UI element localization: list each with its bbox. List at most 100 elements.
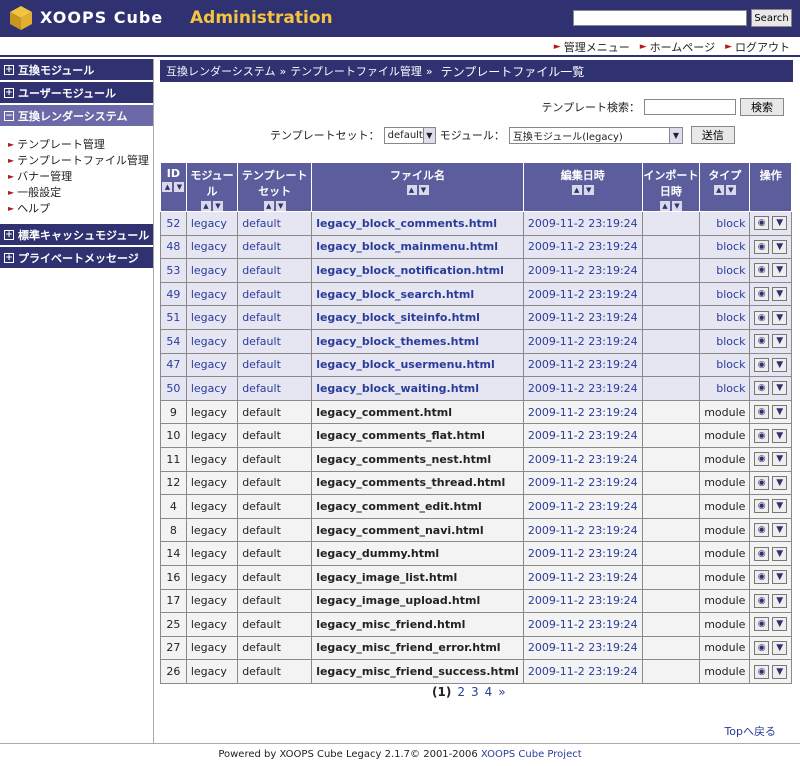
sort-asc-icon[interactable]: ▲ (162, 182, 173, 192)
download-icon[interactable]: ▼ (772, 664, 788, 679)
download-icon[interactable]: ▼ (772, 617, 788, 632)
header-search-input[interactable] (573, 10, 747, 26)
view-icon[interactable]: ◉ (754, 310, 770, 325)
view-icon[interactable]: ◉ (754, 287, 770, 302)
view-icon[interactable]: ◉ (754, 263, 770, 278)
cell-template-set[interactable]: default (237, 211, 313, 236)
cell-type[interactable]: block (699, 328, 751, 354)
nav-homepage[interactable]: ► ホームページ (640, 39, 715, 55)
sidebar-section-user[interactable]: + ユーザーモジュール (0, 82, 153, 105)
download-icon[interactable]: ▼ (772, 499, 788, 514)
cell-modified[interactable]: 2009-11-2 23:19:24 (522, 588, 643, 614)
download-icon[interactable]: ▼ (772, 640, 788, 655)
view-icon[interactable]: ◉ (754, 357, 770, 372)
cell-filename[interactable]: legacy_block_usermenu.html (311, 352, 524, 378)
sort-desc-icon[interactable]: ▼ (725, 185, 736, 195)
download-icon[interactable]: ▼ (772, 570, 788, 585)
cell-modified[interactable]: 2009-11-2 23:19:24 (522, 376, 643, 401)
cell-modified[interactable]: 2009-11-2 23:19:24 (522, 258, 643, 283)
cell-id[interactable]: 52 (160, 211, 187, 236)
download-icon[interactable]: ▼ (772, 452, 788, 467)
cell-id[interactable]: 50 (160, 376, 187, 401)
view-icon[interactable]: ◉ (754, 617, 770, 632)
sort-asc-icon[interactable]: ▲ (263, 201, 274, 211)
view-icon[interactable]: ◉ (754, 475, 770, 490)
cell-type[interactable]: block (699, 281, 751, 307)
download-icon[interactable]: ▼ (772, 381, 788, 396)
cell-modified[interactable]: 2009-11-2 23:19:24 (522, 211, 643, 236)
sidebar-item-template-file-manage[interactable]: ► テンプレートファイル管理 (8, 152, 153, 168)
cell-id[interactable]: 54 (160, 328, 187, 354)
cell-filename[interactable]: legacy_block_search.html (311, 281, 524, 307)
cell-type[interactable]: block (699, 376, 751, 401)
sidebar-section-pm[interactable]: + プライベートメッセージ (0, 247, 153, 270)
download-icon[interactable]: ▼ (772, 523, 788, 538)
cell-modified[interactable]: 2009-11-2 23:19:24 (522, 328, 643, 354)
nav-admin-menu[interactable]: ► 管理メニュー (554, 39, 630, 55)
cell-modified[interactable]: 2009-11-2 23:19:24 (522, 423, 643, 448)
download-icon[interactable]: ▼ (772, 239, 788, 254)
sidebar-item-help[interactable]: ► ヘルプ (8, 200, 153, 216)
cell-filename[interactable]: legacy_block_themes.html (311, 328, 524, 354)
cell-template-set[interactable]: default (237, 281, 313, 307)
cell-modified[interactable]: 2009-11-2 23:19:24 (522, 399, 643, 425)
cell-type[interactable]: block (699, 352, 751, 378)
cell-template-set[interactable]: default (237, 234, 313, 260)
template-search-button[interactable]: 検索 (740, 98, 784, 116)
cell-filename[interactable]: legacy_block_waiting.html (311, 376, 524, 401)
cell-modified[interactable]: 2009-11-2 23:19:24 (522, 281, 643, 307)
module-select[interactable]: 互換モジュール(legacy) ▼ (508, 126, 683, 144)
sidebar-item-template-manage[interactable]: ► テンプレート管理 (8, 136, 153, 152)
view-icon[interactable]: ◉ (754, 452, 770, 467)
download-icon[interactable]: ▼ (772, 428, 788, 443)
header-search-button[interactable]: Search (751, 9, 792, 27)
footer-project-link[interactable]: XOOPS Cube Project (481, 749, 582, 760)
cell-filename[interactable]: legacy_block_mainmenu.html (311, 234, 524, 260)
cell-filename[interactable]: legacy_block_comments.html (311, 211, 524, 236)
cell-type[interactable]: block (699, 211, 751, 236)
view-icon[interactable]: ◉ (754, 523, 770, 538)
cell-id[interactable]: 53 (160, 258, 187, 283)
sort-asc-icon[interactable]: ▲ (406, 185, 417, 195)
download-icon[interactable]: ▼ (772, 593, 788, 608)
cell-template-set[interactable]: default (237, 258, 313, 283)
sort-desc-icon[interactable]: ▼ (174, 182, 185, 192)
cell-modified[interactable]: 2009-11-2 23:19:24 (522, 517, 643, 543)
download-icon[interactable]: ▼ (772, 216, 788, 231)
back-to-top-link[interactable]: Topへ戻る (724, 723, 776, 739)
cell-id[interactable]: 49 (160, 281, 187, 307)
sort-asc-icon[interactable]: ▲ (659, 201, 670, 211)
cell-modified[interactable]: 2009-11-2 23:19:24 (522, 659, 643, 684)
view-icon[interactable]: ◉ (754, 499, 770, 514)
cell-id[interactable]: 48 (160, 234, 187, 260)
download-icon[interactable]: ▼ (772, 357, 788, 372)
nav-logout[interactable]: ► ログアウト (725, 39, 790, 55)
download-icon[interactable]: ▼ (772, 405, 788, 420)
cell-template-set[interactable]: default (237, 376, 313, 401)
breadcrumb-item[interactable]: テンプレートファイル管理 (290, 63, 422, 79)
cell-modified[interactable]: 2009-11-2 23:19:24 (522, 612, 643, 637)
cell-filename[interactable]: legacy_block_siteinfo.html (311, 305, 524, 330)
cell-template-set[interactable]: default (237, 352, 313, 378)
cell-modified[interactable]: 2009-11-2 23:19:24 (522, 635, 643, 661)
cell-modified[interactable]: 2009-11-2 23:19:24 (522, 234, 643, 260)
download-icon[interactable]: ▼ (772, 287, 788, 302)
download-icon[interactable]: ▼ (772, 334, 788, 349)
cell-module[interactable]: legacy (185, 352, 239, 378)
download-icon[interactable]: ▼ (772, 263, 788, 278)
cell-modified[interactable]: 2009-11-2 23:19:24 (522, 352, 643, 378)
cell-modified[interactable]: 2009-11-2 23:19:24 (522, 446, 643, 472)
sort-desc-icon[interactable]: ▼ (275, 201, 286, 211)
cell-module[interactable]: legacy (185, 234, 239, 260)
cell-module[interactable]: legacy (185, 376, 239, 401)
cell-filename[interactable]: legacy_block_notification.html (311, 258, 524, 283)
sort-asc-icon[interactable]: ▲ (201, 201, 211, 211)
sort-asc-icon[interactable]: ▲ (713, 185, 724, 195)
view-icon[interactable]: ◉ (754, 239, 770, 254)
sort-desc-icon[interactable]: ▼ (418, 185, 429, 195)
cell-type[interactable]: block (699, 258, 751, 283)
sidebar-item-banner[interactable]: ► バナー管理 (8, 168, 153, 184)
view-icon[interactable]: ◉ (754, 546, 770, 561)
sort-desc-icon[interactable]: ▼ (213, 201, 223, 211)
view-icon[interactable]: ◉ (754, 640, 770, 655)
